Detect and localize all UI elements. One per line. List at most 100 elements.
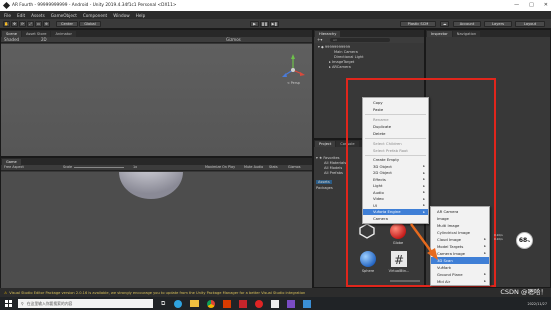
net-speed-down: 0.1K/s bbox=[494, 237, 503, 241]
mid-air-label: Mid Air bbox=[437, 278, 451, 284]
scene-panel: Scene Asset Store Animator Shaded 2D Giz… bbox=[0, 29, 313, 157]
menu-item-vuforia-label: Vuforia Engine bbox=[373, 209, 401, 215]
taskbar-search-input[interactable]: ⚲ 在这里输入你要搜索的内容 bbox=[18, 299, 153, 308]
tab-inspector[interactable]: Inspector bbox=[427, 31, 452, 37]
status-bar[interactable]: ⚠ Visual Studio Editor Package version 2… bbox=[0, 288, 551, 297]
gizmos-dropdown[interactable]: Gizmos bbox=[226, 37, 241, 42]
hierarchy-search-input[interactable]: All bbox=[330, 38, 390, 42]
photo-app-icon[interactable] bbox=[303, 299, 312, 308]
game-viewport[interactable] bbox=[1, 172, 312, 288]
create-plus-icon[interactable]: +▾ bbox=[317, 37, 322, 42]
hierarchy-item-main-camera[interactable]: Main Camera bbox=[334, 50, 358, 54]
hierarchy-item-directional-light[interactable]: Directional Light bbox=[334, 55, 364, 59]
favorites-all-materials[interactable]: All Materials bbox=[324, 161, 346, 165]
move-tool-icon[interactable]: ✥ bbox=[11, 21, 18, 27]
scene-name: 99999999999 bbox=[324, 45, 351, 49]
stats-toggle[interactable]: Stats bbox=[269, 165, 278, 169]
hierarchy-item-image-target[interactable]: ▸ ImageTarget bbox=[329, 60, 354, 64]
packages-folder[interactable]: Packages bbox=[316, 186, 333, 190]
search-icon: ⚲ bbox=[21, 301, 24, 306]
chrome-icon[interactable] bbox=[207, 299, 216, 308]
windows-start-icon[interactable] bbox=[5, 300, 12, 307]
menu-component[interactable]: Component bbox=[83, 13, 107, 18]
menu-item-3d-object-label: 3D Object bbox=[373, 163, 392, 169]
rotate-tool-icon[interactable]: ⟳ bbox=[19, 21, 26, 27]
pivot-center-toggle[interactable]: Center bbox=[56, 21, 78, 27]
menu-item-ui-label: UI bbox=[373, 202, 377, 208]
cloud-icon[interactable]: ☁ bbox=[440, 21, 449, 27]
chevron-right-icon: ▸ bbox=[423, 183, 425, 188]
menu-assets[interactable]: Assets bbox=[31, 13, 45, 18]
menu-item-rename[interactable]: Rename bbox=[363, 116, 428, 123]
taskbar-date[interactable]: 2022/11/27 bbox=[527, 302, 547, 306]
netease-music-icon[interactable] bbox=[255, 299, 264, 308]
ar-camera-label: ARCamera bbox=[331, 65, 351, 69]
maximize-button[interactable]: □ bbox=[529, 2, 534, 8]
edge-browser-icon[interactable] bbox=[174, 299, 183, 308]
task-view-icon[interactable]: ⧉ bbox=[161, 300, 165, 308]
tab-navigation[interactable]: Navigation bbox=[452, 31, 481, 37]
scale-tool-icon[interactable]: ⤢ bbox=[27, 21, 34, 27]
tab-project[interactable]: Project bbox=[315, 141, 336, 147]
menu-item-2d-object-label: 2D Object bbox=[373, 170, 392, 176]
submenu-item-vumark[interactable]: VuMark bbox=[431, 264, 489, 271]
submenu-item-ground-plane[interactable]: Ground Plane ▸ bbox=[431, 271, 489, 278]
menu-file[interactable]: File bbox=[4, 13, 11, 18]
unity-taskbar-icon[interactable] bbox=[271, 299, 280, 308]
game-gizmos-toggle[interactable]: Gizmos bbox=[288, 165, 301, 169]
menu-item-duplicate[interactable]: Duplicate bbox=[363, 123, 428, 130]
play-button[interactable]: ▶ bbox=[250, 21, 259, 27]
visual-studio-icon[interactable] bbox=[287, 299, 296, 308]
favorites-all-models[interactable]: All Models bbox=[324, 166, 342, 170]
scene-toolbar: Shaded 2D Gizmos bbox=[1, 37, 312, 43]
menu-item-delete[interactable]: Delete bbox=[363, 130, 428, 137]
favorites-all-prefabs[interactable]: All Prefabs bbox=[324, 171, 343, 175]
assets-folder[interactable]: Assets bbox=[316, 180, 332, 184]
pivot-rotation-toggle[interactable]: Global bbox=[79, 21, 101, 27]
shading-dropdown[interactable]: Shaded bbox=[4, 37, 19, 42]
submenu-item-mid-air[interactable]: Mid Air ▸ bbox=[431, 278, 489, 285]
submenu-item-ar-camera[interactable]: AR Camera bbox=[431, 208, 489, 215]
menu-help[interactable]: Help bbox=[136, 13, 146, 18]
scene-viewport[interactable]: < Persp bbox=[1, 44, 312, 156]
step-button[interactable]: ▶❚ bbox=[270, 21, 279, 27]
transform-tool-icon[interactable]: ⊕ bbox=[43, 21, 50, 27]
hierarchy-tabs: Hierarchy bbox=[314, 30, 424, 37]
favorites-folder[interactable]: ▾ ★ Favorites bbox=[316, 156, 340, 160]
minimize-button[interactable]: — bbox=[514, 2, 519, 8]
layers-dropdown[interactable]: Layers bbox=[484, 21, 512, 27]
menu-gameobject[interactable]: GameObject bbox=[51, 13, 77, 18]
persp-label: < Persp bbox=[287, 81, 300, 85]
2d-toggle[interactable]: 2D bbox=[41, 37, 47, 42]
menu-item-effects-label: Effects bbox=[373, 176, 386, 182]
account-dropdown[interactable]: Account bbox=[453, 21, 481, 27]
menu-separator bbox=[365, 138, 426, 139]
aspect-dropdown[interactable]: Free Aspect bbox=[4, 165, 24, 169]
menu-item-select-children[interactable]: Select Children bbox=[363, 140, 428, 147]
ground-plane-label: Ground Plane bbox=[437, 271, 463, 277]
scale-slider[interactable] bbox=[74, 167, 124, 168]
hierarchy-item-ar-camera[interactable]: ▸ ARCamera bbox=[329, 65, 351, 69]
plastic-scm-button[interactable]: Plastic SCM bbox=[400, 21, 436, 27]
usage-percent-badge[interactable]: 68% bbox=[516, 232, 533, 249]
hand-tool-icon[interactable]: ✋ bbox=[3, 21, 10, 27]
menu-window[interactable]: Window bbox=[113, 13, 130, 18]
menu-item-copy[interactable]: Copy bbox=[363, 99, 428, 106]
wps-app-icon[interactable] bbox=[239, 299, 248, 308]
close-button[interactable]: ✕ bbox=[544, 2, 548, 8]
menu-edit[interactable]: Edit bbox=[17, 13, 25, 18]
scene-tabs: Scene Asset Store Animator bbox=[1, 30, 312, 37]
menu-item-paste[interactable]: Paste bbox=[363, 106, 428, 113]
usage-percent-unit: % bbox=[527, 238, 531, 243]
pause-button[interactable]: ❚❚ bbox=[260, 21, 269, 27]
file-explorer-icon[interactable] bbox=[190, 300, 200, 307]
hierarchy-root[interactable]: ▾ ◆ 99999999999 bbox=[318, 45, 350, 49]
maximize-on-play-toggle[interactable]: Maximize On Play bbox=[205, 165, 235, 169]
office-app-icon[interactable] bbox=[223, 299, 232, 308]
mute-audio-toggle[interactable]: Mute Audio bbox=[244, 165, 263, 169]
menu-item-create-empty[interactable]: Create Empty bbox=[363, 156, 428, 163]
scene-gizmo-icon[interactable] bbox=[1, 44, 312, 156]
layout-dropdown[interactable]: Layout bbox=[515, 21, 545, 27]
menu-item-select-prefab-root[interactable]: Select Prefab Root bbox=[363, 147, 428, 154]
rect-tool-icon[interactable]: ▭ bbox=[35, 21, 42, 27]
